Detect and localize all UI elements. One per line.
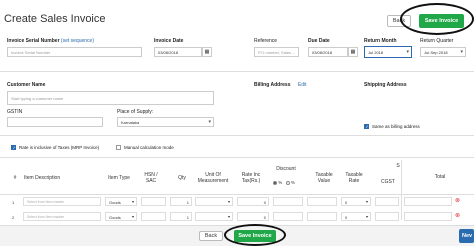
col-hsn-header: HSN / SAC [144, 172, 158, 184]
rate-input[interactable]: 0 [237, 197, 269, 206]
total-input[interactable] [404, 197, 452, 206]
cgst-input[interactable] [375, 212, 399, 221]
discount-mode-toggle[interactable]: % % [273, 180, 295, 185]
rate-inclusive-checkbox[interactable] [11, 145, 16, 150]
calendar-icon[interactable]: ▦ [348, 47, 358, 57]
footer-back-button[interactable]: Back [199, 231, 223, 241]
item-type-select[interactable]: Goods ▾ [105, 212, 137, 221]
divider [0, 157, 474, 158]
manual-calc-checkbox[interactable] [116, 145, 121, 150]
serial-number-input[interactable]: Invoice Serial Number [7, 47, 142, 57]
return-quarter-label: Return Quarter [420, 38, 454, 44]
qty-input[interactable]: 1 [170, 212, 192, 221]
highlight-ring [224, 224, 286, 246]
discount-percent-radio[interactable] [273, 180, 277, 185]
calendar-icon[interactable]: ▦ [202, 47, 212, 57]
col-discount-header: Discount [276, 166, 296, 172]
customer-name-input[interactable]: Start typing a customer name [7, 91, 214, 105]
col-total-header: Total [434, 174, 446, 180]
shipping-address-label: Shipping Address [364, 82, 407, 88]
col-desc-header: Item Description [24, 175, 61, 181]
return-month-select[interactable]: Jul 2018 [364, 46, 412, 58]
due-date-input[interactable]: 03/08/2018 [308, 47, 348, 57]
col-taxable-value-header: Taxable Value [315, 172, 333, 184]
highlight-ring [400, 3, 474, 35]
set-sequence-link[interactable]: (set sequence) [61, 38, 94, 44]
divider [0, 194, 474, 195]
uom-select[interactable]: ▾ [195, 212, 233, 221]
col-num-header: # [13, 175, 17, 181]
row-num: 1 [12, 200, 15, 205]
taxable-rate-select[interactable]: 0 ▾ [341, 212, 371, 221]
reference-input[interactable]: P.O number, Sales ... [254, 47, 299, 57]
customer-name-label: Customer Name [7, 82, 46, 88]
row-num: 2 [12, 215, 15, 220]
serial-label: Invoice Serial Number (set sequence) [7, 38, 94, 44]
invoice-date-input[interactable]: 03/08/2018 [154, 47, 202, 57]
same-as-billing-label: Same as billing address [372, 124, 420, 129]
taxable-rate-select[interactable]: 0 ▾ [341, 197, 371, 206]
gstin-label: GSTIN [7, 109, 23, 115]
billing-address-label: Billing Address Edit [254, 82, 307, 88]
item-description-input[interactable]: Select from Item master [23, 212, 101, 221]
taxable-value-input[interactable] [307, 212, 337, 221]
total-input[interactable] [404, 212, 452, 221]
discount-input[interactable] [273, 212, 303, 221]
item-type-select[interactable]: Goods ▾ [105, 197, 137, 206]
col-type-header: Item Type [108, 175, 130, 181]
col-qty-header: Qty [178, 175, 186, 181]
manual-calc-label: Manual calculation mode [124, 145, 174, 150]
discount-rs-radio[interactable] [285, 180, 290, 185]
item-description-input[interactable]: Select from Item master [23, 197, 101, 206]
column-divider [401, 160, 402, 220]
cgst-input[interactable] [375, 197, 399, 206]
discount-input[interactable] [273, 197, 303, 206]
delete-row-icon[interactable]: ⊗ [455, 197, 460, 204]
taxable-value-input[interactable] [307, 197, 337, 206]
same-as-billing-checkbox[interactable] [364, 124, 369, 129]
delete-row-icon[interactable]: ⊗ [455, 212, 460, 219]
col-cgst-header: CGST [381, 179, 395, 185]
hsn-input[interactable] [141, 212, 166, 221]
reference-label: Reference [254, 38, 278, 44]
billing-edit-link[interactable]: Edit [298, 82, 307, 88]
page-title: Create Sales Invoice [4, 13, 106, 25]
hsn-input[interactable] [141, 197, 166, 206]
place-of-supply-label: Place of Supply: [117, 109, 154, 115]
invoice-date-label: Invoice Date [154, 38, 184, 44]
rate-input[interactable]: 0 [237, 212, 269, 221]
divider [0, 71, 474, 72]
col-rate-header: Rate Inc Tax(Rs.) [241, 172, 261, 184]
return-quarter-select[interactable]: Jul-Sep 2018 [420, 47, 466, 57]
place-of-supply-select[interactable]: Karnataka [117, 117, 214, 127]
gstin-input[interactable] [7, 117, 103, 127]
divider [0, 135, 474, 136]
col-taxable-rate-header: Taxable Rate [345, 172, 363, 184]
uom-select[interactable]: ▾ [195, 197, 233, 206]
due-date-label: Due Date [308, 38, 330, 44]
qty-input[interactable]: 1 [170, 197, 192, 206]
next-button[interactable]: Nev [459, 229, 474, 243]
rate-inclusive-label: Rate is inclusive of Taxes (MRP Invoice) [19, 145, 100, 150]
col-uom-header: Unit Of Measurement [197, 172, 229, 184]
return-month-label: Return Month [364, 38, 397, 44]
